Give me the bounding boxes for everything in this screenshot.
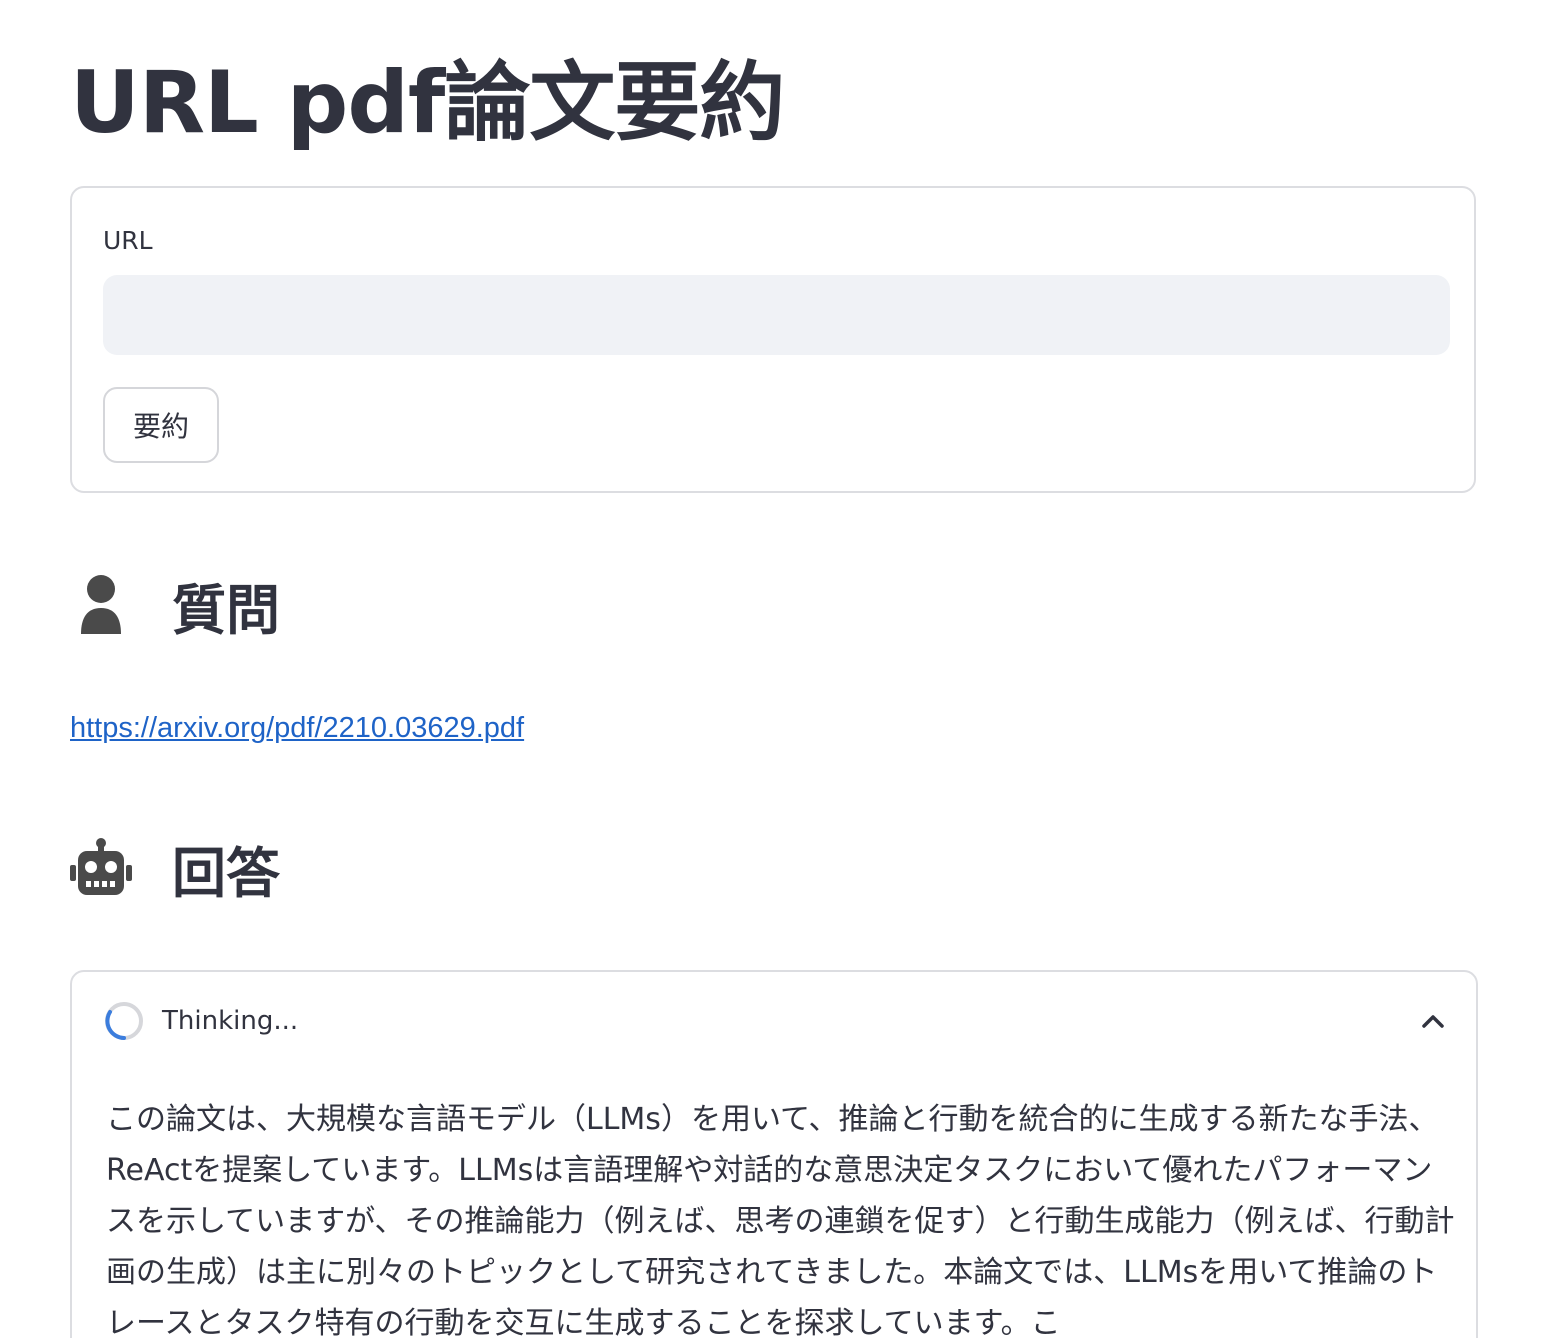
url-label: URL [103, 226, 153, 255]
page-title: URL pdf論文要約 [70, 53, 785, 153]
url-input[interactable] [103, 275, 1450, 355]
robot-icon [70, 836, 132, 900]
summarize-button[interactable]: 要約 [103, 387, 219, 463]
app-page: URL pdf論文要約 URL 要約 質問 https://arxiv.org/… [0, 0, 1552, 1338]
answer-text: この論文は、大規模な言語モデル（LLMs）を用いて、推論と行動を統合的に生成する… [106, 1102, 1455, 1338]
answer-status-box: Thinking... この論文は、大規模な言語モデル（LLMs）を用いて、推論… [70, 970, 1478, 1338]
status-header[interactable]: Thinking... [104, 1000, 1450, 1042]
answer-title: 回答 [172, 841, 280, 905]
status-label: Thinking... [162, 1006, 299, 1036]
summarize-form: URL 要約 [70, 186, 1476, 493]
answer-header: 回答 [70, 828, 280, 908]
spinner-icon [105, 1002, 143, 1040]
chevron-up-icon[interactable] [1416, 1004, 1450, 1038]
question-url-link[interactable]: https://arxiv.org/pdf/2210.03629.pdf [70, 712, 524, 745]
user-icon [70, 573, 132, 637]
question-title: 質問 [172, 578, 280, 642]
question-header: 質問 [70, 565, 280, 645]
